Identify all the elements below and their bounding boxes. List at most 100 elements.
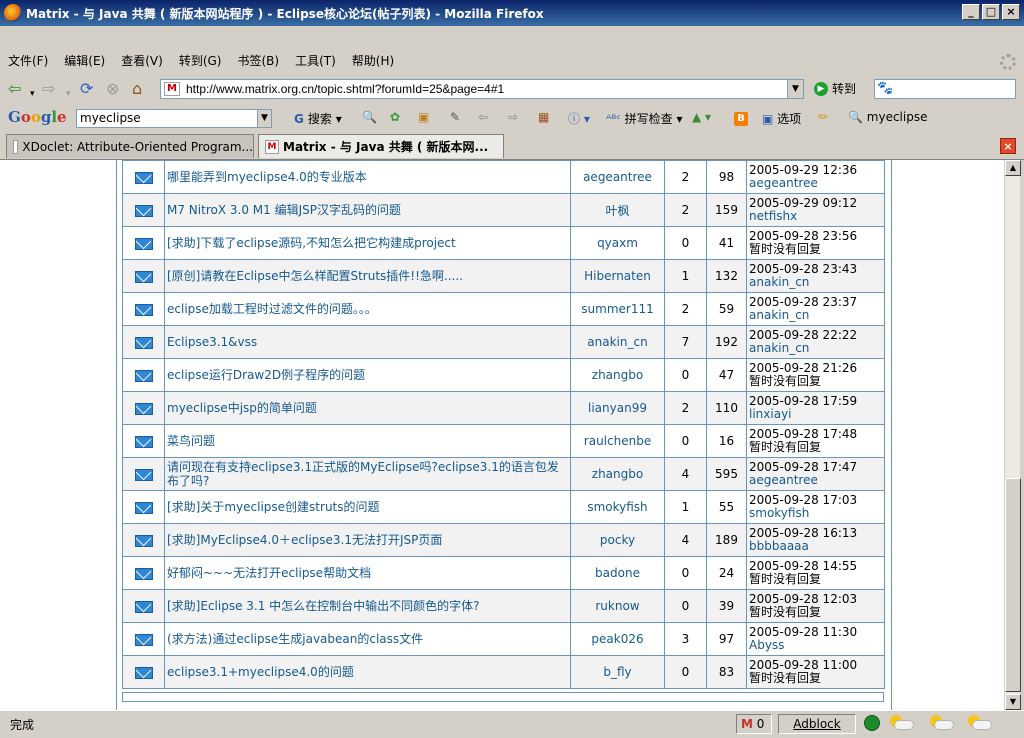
- last-post-user[interactable]: smokyfish: [749, 507, 884, 520]
- url-bar[interactable]: M http://www.matrix.org.cn/topic.shtml?f…: [160, 79, 804, 99]
- topic-title[interactable]: [原创]请教在Eclipse中怎么样配置Struts插件!!急啊.....: [164, 259, 571, 293]
- menu-file[interactable]: 文件(F): [8, 52, 48, 69]
- scroll-thumb[interactable]: [1005, 478, 1021, 692]
- topic-title[interactable]: eclipse运行Draw2D例子程序的问题: [164, 358, 571, 392]
- topic-title[interactable]: [求助]下载了eclipse源码,不知怎么把它构建成project: [164, 226, 571, 260]
- topic-author-link[interactable]: lianyan99: [588, 401, 647, 415]
- forward-dropdown-icon[interactable]: ▾: [66, 85, 71, 103]
- topic-author[interactable]: Hibernaten: [570, 259, 665, 293]
- topic-author-link[interactable]: zhangbo: [592, 467, 643, 481]
- highlight-icon[interactable]: ✎: [450, 110, 460, 124]
- weather-icon[interactable]: [964, 713, 994, 733]
- topic-author-link[interactable]: pocky: [600, 533, 635, 547]
- last-post-user[interactable]: linxiayi: [749, 408, 884, 421]
- back-dropdown-icon[interactable]: ▾: [30, 85, 35, 103]
- topic-title-link[interactable]: [求助]Eclipse 3.1 中怎么在控制台中输出不同颜色的字体?: [167, 599, 480, 613]
- gmail-notifier[interactable]: M 0: [736, 714, 772, 734]
- topic-author[interactable]: b_fly: [570, 655, 665, 689]
- topic-title[interactable]: 菜鸟问题: [164, 424, 571, 458]
- google-search-button[interactable]: G 搜索 ▾: [294, 110, 342, 127]
- close-tab-icon[interactable]: ×: [1000, 138, 1016, 154]
- topic-title[interactable]: eclipse3.1+myeclipse4.0的问题: [164, 655, 571, 689]
- scroll-up-icon[interactable]: ▲: [1005, 160, 1021, 176]
- topic-author-link[interactable]: peak026: [591, 632, 643, 646]
- pagerank-icon[interactable]: ✿: [390, 110, 400, 124]
- topic-title-link[interactable]: [求助]关于myeclipse创建struts的问题: [167, 500, 380, 514]
- topic-title[interactable]: [求助]Eclipse 3.1 中怎么在控制台中输出不同颜色的字体?: [164, 589, 571, 623]
- search-input[interactable]: 🐾: [874, 79, 1016, 99]
- page-info-icon[interactable]: ▣: [418, 110, 429, 124]
- url-text[interactable]: http://www.matrix.org.cn/topic.shtml?for…: [186, 82, 504, 96]
- weather-icon[interactable]: [926, 713, 956, 733]
- menu-help[interactable]: 帮助(H): [352, 52, 394, 69]
- last-post-user[interactable]: anakin_cn: [749, 276, 884, 289]
- blogger-icon[interactable]: B: [734, 110, 748, 126]
- topic-author[interactable]: pocky: [570, 523, 665, 557]
- weather-icon[interactable]: [886, 713, 916, 733]
- topic-author[interactable]: zhangbo: [570, 457, 665, 491]
- scroll-down-icon[interactable]: ▼: [1005, 694, 1021, 710]
- menu-tools[interactable]: 工具(T): [295, 52, 336, 69]
- status-indicator-icon[interactable]: [864, 715, 880, 731]
- topic-title[interactable]: myeclipse中jsp的简单问题: [164, 391, 571, 425]
- topic-title-link[interactable]: 请问现在有支持eclipse3.1正式版的MyEclipse吗?eclipse3…: [167, 460, 559, 488]
- close-button[interactable]: ×: [1002, 4, 1020, 20]
- topic-author-link[interactable]: ruknow: [595, 599, 639, 613]
- back-icon[interactable]: ⇦: [8, 80, 21, 98]
- home-icon[interactable]: ⌂: [132, 80, 142, 98]
- topic-author[interactable]: aegeantree: [570, 160, 665, 194]
- options-button[interactable]: ▣ 选项: [762, 110, 801, 127]
- next-icon[interactable]: ⇨: [508, 110, 518, 124]
- topic-title-link[interactable]: [求助]下载了eclipse源码,不知怎么把它构建成project: [167, 236, 456, 250]
- go-button[interactable]: ▶ 转到: [814, 80, 856, 97]
- topic-author[interactable]: lianyan99: [570, 391, 665, 425]
- adblock-button[interactable]: Adblock: [778, 714, 856, 734]
- topic-author[interactable]: peak026: [570, 622, 665, 656]
- highlight-term-button[interactable]: 🔍 myeclipse: [848, 110, 927, 124]
- topic-title-link[interactable]: [原创]请教在Eclipse中怎么样配置Struts插件!!急啊.....: [167, 269, 463, 283]
- tab-xdoclet[interactable]: XDoclet: Attribute-Oriented Program...: [6, 134, 254, 158]
- news-icon[interactable]: ▦: [538, 110, 549, 124]
- topic-author[interactable]: smokyfish: [570, 490, 665, 524]
- topic-title-link[interactable]: eclipse3.1+myeclipse4.0的问题: [167, 665, 354, 679]
- topic-author[interactable]: badone: [570, 556, 665, 590]
- autofill-icon[interactable]: ▲ ▾: [692, 110, 711, 124]
- last-post-user[interactable]: aegeantree: [749, 177, 884, 190]
- last-post-user[interactable]: netfishx: [749, 210, 884, 223]
- topic-author-link[interactable]: badone: [595, 566, 640, 580]
- topic-title-link[interactable]: myeclipse中jsp的简单问题: [167, 401, 317, 415]
- baidu-paw-icon[interactable]: 🐾: [877, 81, 893, 96]
- up-icon[interactable]: ⇦: [478, 110, 488, 124]
- menu-bookmarks[interactable]: 书签(B): [237, 52, 279, 69]
- topic-author-link[interactable]: Hibernaten: [584, 269, 651, 283]
- topic-title-link[interactable]: 菜鸟问题: [167, 434, 215, 448]
- topic-title-link[interactable]: M7 NitroX 3.0 M1 编辑JSP汉字乱码的问题: [167, 203, 401, 217]
- topic-author-link[interactable]: qyaxm: [597, 236, 638, 250]
- topic-title[interactable]: Eclipse3.1&vss: [164, 325, 571, 359]
- topic-title-link[interactable]: eclipse运行Draw2D例子程序的问题: [167, 368, 365, 382]
- topic-author[interactable]: zhangbo: [570, 358, 665, 392]
- google-logo[interactable]: Google: [8, 108, 67, 126]
- topic-title-link[interactable]: 好郁闷~~~无法打开eclipse帮助文档: [167, 566, 371, 580]
- tab-matrix[interactable]: M Matrix - 与 Java 共舞 ( 新版本网...: [258, 134, 504, 158]
- stop-icon[interactable]: ⊗: [106, 80, 119, 98]
- last-post-user[interactable]: anakin_cn: [749, 342, 884, 355]
- topic-title[interactable]: 请问现在有支持eclipse3.1正式版的MyEclipse吗?eclipse3…: [164, 457, 571, 491]
- topic-title[interactable]: [求助]MyEclipse4.0＋eclipse3.1无法打开JSP页面: [164, 523, 571, 557]
- topic-author-link[interactable]: zhangbo: [592, 368, 643, 382]
- topic-title[interactable]: (求方法)通过eclipse生成javabean的class文件: [164, 622, 571, 656]
- topic-author-link[interactable]: smokyfish: [587, 500, 647, 514]
- google-query-dropdown-icon[interactable]: ▼: [257, 110, 271, 127]
- minimize-button[interactable]: _: [962, 4, 980, 20]
- vertical-scrollbar[interactable]: ▲ ▼: [1004, 160, 1021, 710]
- topic-title[interactable]: M7 NitroX 3.0 M1 编辑JSP汉字乱码的问题: [164, 193, 571, 227]
- menu-view[interactable]: 查看(V): [121, 52, 163, 69]
- url-dropdown-icon[interactable]: ▼: [787, 80, 803, 98]
- topic-author-link[interactable]: 叶枫: [605, 204, 629, 218]
- topic-author[interactable]: raulchenbe: [570, 424, 665, 458]
- google-query[interactable]: myeclipse: [80, 111, 141, 125]
- spellcheck-button[interactable]: ᴬᴮᶜ 拼写检查 ▾: [606, 110, 682, 127]
- topic-author[interactable]: qyaxm: [570, 226, 665, 260]
- forward-icon[interactable]: ⇨: [42, 80, 55, 98]
- topic-author-link[interactable]: b_fly: [603, 665, 631, 679]
